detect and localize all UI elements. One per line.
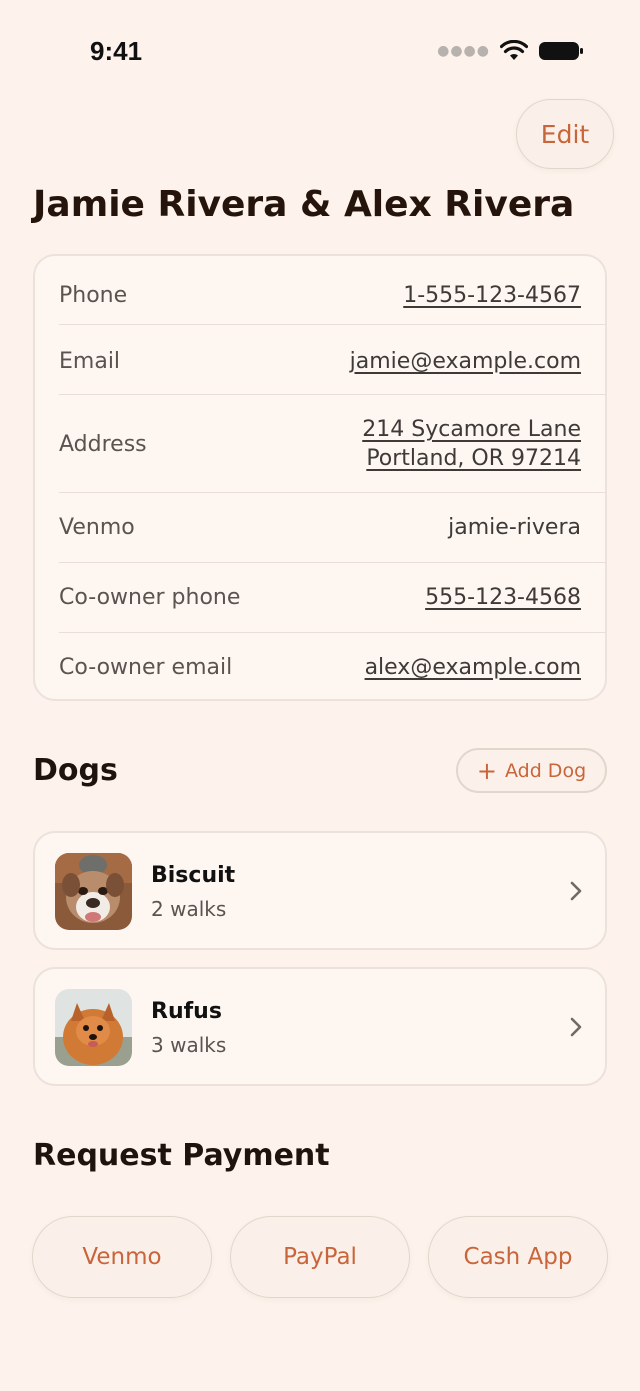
coowner-email-link[interactable]: alex@example.com [365, 653, 581, 682]
plus-icon: + [476, 756, 497, 785]
contact-row-coowner-phone: Co-owner phone 555-123-4568 [59, 568, 605, 626]
dogs-section-title: Dogs [33, 753, 118, 788]
divider [59, 394, 605, 395]
coowner-phone-link[interactable]: 555-123-4568 [425, 583, 581, 612]
row-label: Venmo [59, 514, 135, 540]
divider [59, 492, 605, 493]
contact-row-phone: Phone 1-555-123-4567 [59, 266, 605, 324]
add-dog-button[interactable]: + Add Dog [456, 748, 607, 793]
status-bar: 9:41 ●●●● [0, 0, 640, 100]
signal-icon: ●●●● [437, 43, 490, 59]
row-label: Co-owner phone [59, 584, 241, 610]
add-dog-label: Add Dog [504, 759, 587, 782]
cash-app-button[interactable]: Cash App [428, 1216, 608, 1298]
divider [59, 324, 605, 325]
row-label: Email [59, 348, 121, 374]
phone-link[interactable]: 1-555-123-4567 [403, 281, 581, 310]
chevron-right-icon [570, 1017, 582, 1037]
dog-card-biscuit[interactable]: Biscuit 2 walks [33, 831, 607, 950]
dog-walks-count: 3 walks [151, 1033, 227, 1057]
payment-section-title: Request Payment [33, 1138, 330, 1173]
email-link[interactable]: jamie@example.com [350, 347, 581, 376]
dog-name: Rufus [151, 999, 222, 1024]
contact-row-coowner-email: Co-owner email alex@example.com [59, 638, 605, 696]
row-label: Co-owner email [59, 654, 233, 680]
contact-row-email: Email jamie@example.com [59, 330, 605, 392]
edit-button[interactable]: Edit [516, 99, 614, 169]
dog-card-rufus[interactable]: Rufus 3 walks [33, 967, 607, 1086]
address-link[interactable]: 214 Sycamore Lane Portland, OR 97214 [362, 415, 581, 473]
dog-photo [55, 989, 132, 1066]
address-line-1: 214 Sycamore Lane [362, 417, 581, 442]
dog-name: Biscuit [151, 863, 236, 888]
address-line-2: Portland, OR 97214 [366, 446, 581, 471]
venmo-handle: jamie-rivera [448, 514, 581, 540]
contact-card: Phone 1-555-123-4567 Email jamie@example… [33, 254, 607, 701]
dog-walks-count: 2 walks [151, 897, 227, 921]
status-icons: ●●●● [437, 40, 584, 62]
divider [59, 632, 605, 633]
row-label: Phone [59, 282, 128, 308]
status-time: 9:41 [90, 36, 143, 66]
contact-row-address: Address 214 Sycamore Lane Portland, OR 9… [59, 404, 605, 484]
contact-row-venmo: Venmo jamie-rivera [59, 498, 605, 556]
battery-icon [539, 42, 583, 60]
dog-photo [55, 853, 132, 930]
paypal-button[interactable]: PayPal [230, 1216, 410, 1298]
chevron-right-icon [570, 881, 582, 901]
page-title: Jamie Rivera & Alex Rivera [33, 184, 575, 225]
wifi-icon [500, 40, 528, 60]
divider [59, 562, 605, 563]
row-label: Address [59, 431, 147, 457]
venmo-button[interactable]: Venmo [32, 1216, 212, 1298]
